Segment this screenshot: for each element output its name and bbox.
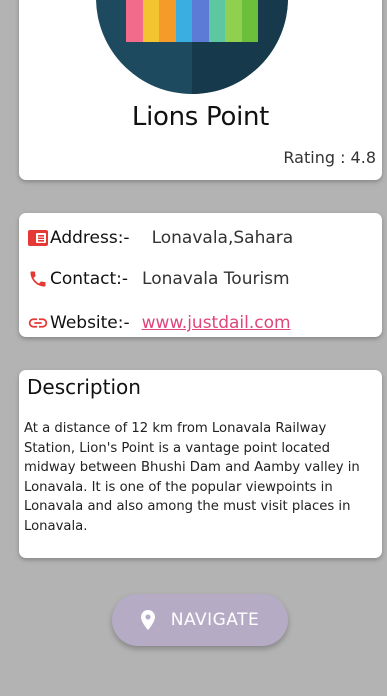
contact-label: Contact:- bbox=[50, 269, 129, 289]
contact-row: Contact:- Lonavala Tourism bbox=[27, 266, 290, 292]
description-title: Description bbox=[27, 375, 141, 399]
place-rating: Rating : 4.8 bbox=[283, 148, 376, 167]
logo-stripe bbox=[241, 0, 258, 42]
logo-stripe bbox=[126, 0, 143, 42]
contact-value: Lonavala Tourism bbox=[142, 269, 290, 289]
address-card-icon bbox=[27, 227, 49, 249]
logo-stripe bbox=[142, 0, 159, 42]
place-header-card: Lions Point Rating : 4.8 bbox=[19, 0, 382, 180]
address-value: Lonavala,Sahara bbox=[151, 228, 294, 248]
website-link[interactable]: www.justdail.com bbox=[142, 313, 291, 333]
navigate-button[interactable]: NAVIGATE bbox=[112, 594, 288, 646]
logo-stripe bbox=[175, 0, 192, 42]
link-icon bbox=[27, 312, 49, 334]
logo-stripe bbox=[159, 0, 176, 42]
location-pin-icon bbox=[140, 610, 155, 630]
website-label: Website:- bbox=[50, 313, 130, 333]
website-row: Website:- www.justdail.com bbox=[27, 310, 291, 336]
navigate-label: NAVIGATE bbox=[170, 610, 260, 630]
place-title: Lions Point bbox=[131, 102, 270, 132]
description-body: At a distance of 12 km from Lonavala Rai… bbox=[24, 421, 360, 534]
logo-stripe bbox=[225, 0, 242, 42]
logo-stripe bbox=[208, 0, 225, 42]
place-logo bbox=[96, 0, 288, 98]
phone-icon bbox=[27, 268, 49, 290]
place-info-card: Address:- Lonavala,Sahara Contact:- Lona… bbox=[19, 213, 382, 337]
address-label: Address:- bbox=[50, 228, 130, 248]
description-card: Description At a distance of 12 km from … bbox=[19, 370, 382, 558]
logo-stripe bbox=[192, 0, 209, 42]
address-row: Address:- Lonavala,Sahara bbox=[27, 225, 293, 251]
